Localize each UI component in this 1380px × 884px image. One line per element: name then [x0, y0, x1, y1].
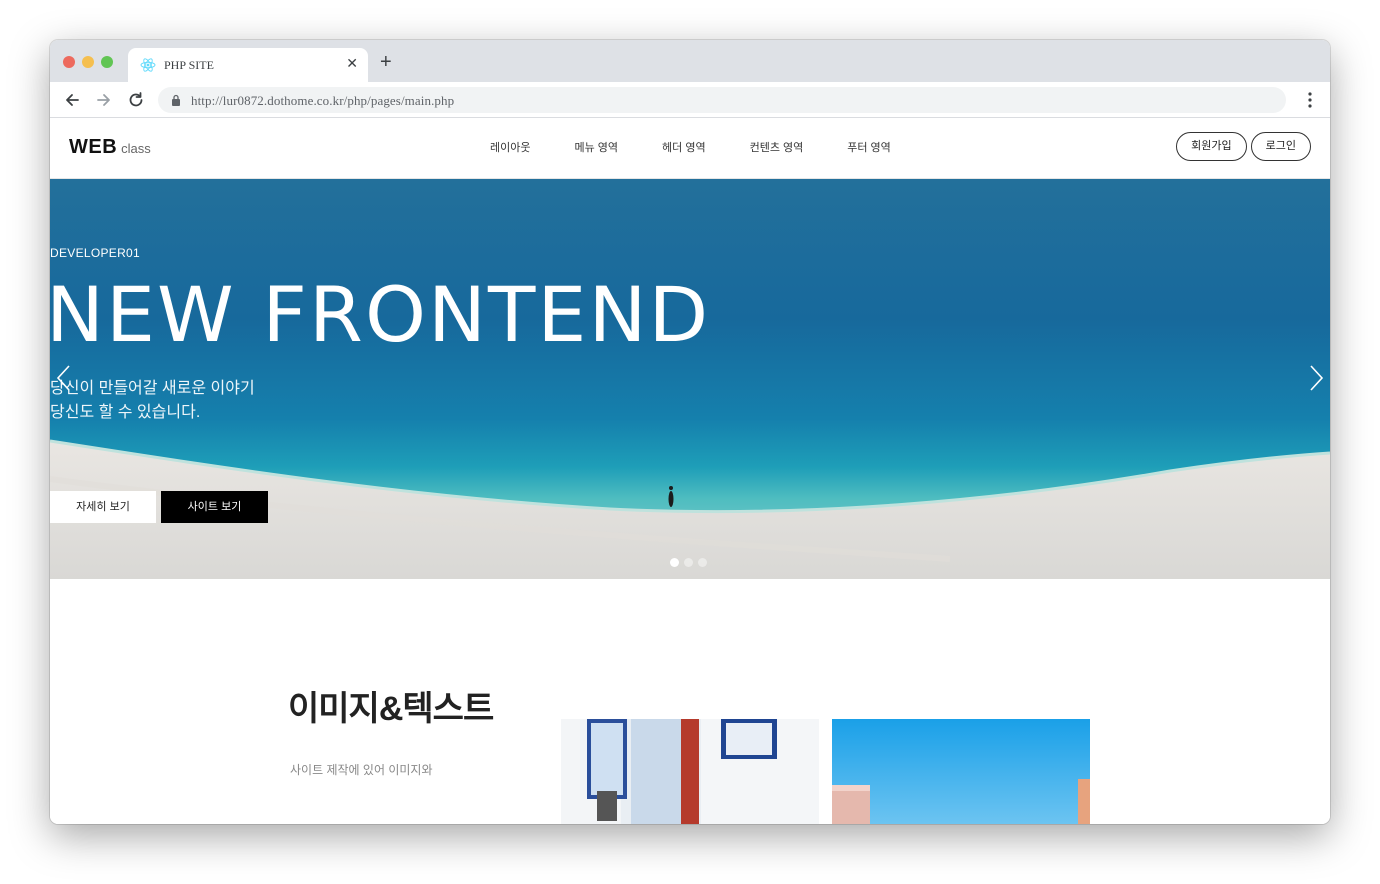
slider-dot-1[interactable]: [670, 558, 679, 567]
maximize-window-button[interactable]: [101, 56, 113, 68]
browser-toolbar: http://lur0872.dothome.co.kr/php/pages/m…: [50, 82, 1330, 118]
close-tab-icon[interactable]: ✕: [346, 55, 358, 72]
hero-desc-line-2: 당신도 할 수 있습니다.: [50, 404, 201, 421]
hero-title: NEW FRONTEND: [50, 270, 711, 359]
site-button[interactable]: 사이트 보기: [161, 491, 268, 523]
join-button[interactable]: 회원가입: [1176, 132, 1247, 161]
section-description: 사이트 제작에 있어 이미지와: [290, 763, 433, 777]
browser-window: PHP SITE ✕ + http://lur0872.dothome.co.k…: [50, 40, 1330, 824]
nav-item-header[interactable]: 헤더 영역: [662, 139, 706, 155]
chevron-left-icon[interactable]: [54, 363, 74, 393]
back-icon[interactable]: [62, 90, 82, 110]
nav-item-menu[interactable]: 메뉴 영역: [574, 139, 618, 155]
sea-view-photo: [832, 719, 1090, 824]
hero-desc-line-1: 당신이 만들어갈 새로운 이야기: [50, 380, 255, 397]
slider-dot-2[interactable]: [684, 558, 693, 567]
web-page: WEB class 레이아웃 메뉴 영역 헤더 영역 컨텐츠 영역 푸터 영역 회…: [50, 119, 1330, 824]
nav-item-contents[interactable]: 컨텐츠 영역: [750, 139, 804, 155]
slider-pagination: [670, 558, 707, 567]
nav-item-footer[interactable]: 푸터 영역: [847, 139, 891, 155]
address-bar[interactable]: http://lur0872.dothome.co.kr/php/pages/m…: [158, 87, 1286, 113]
logo-main-text: WEB: [69, 136, 118, 158]
hero-slider: DEVELOPER01 NEW FRONTEND 당신이 만들어갈 새로운 이야…: [50, 179, 1330, 579]
more-menu-icon[interactable]: [1308, 92, 1312, 108]
close-window-button[interactable]: [63, 56, 75, 68]
tab-strip: PHP SITE ✕ +: [50, 40, 1330, 82]
browser-tab[interactable]: PHP SITE ✕: [128, 48, 368, 82]
forward-icon[interactable]: [94, 90, 114, 110]
street-photo: [561, 719, 819, 824]
logo-sub-text: class: [121, 141, 151, 156]
main-nav: 레이아웃 메뉴 영역 헤더 영역 컨텐츠 영역 푸터 영역: [490, 139, 935, 155]
nav-item-layout[interactable]: 레이아웃: [490, 139, 530, 155]
slider-dot-3[interactable]: [698, 558, 707, 567]
minimize-window-button[interactable]: [82, 56, 94, 68]
lock-icon: [172, 94, 180, 106]
detail-button[interactable]: 자세히 보기: [50, 491, 156, 523]
hero-kicker: DEVELOPER01: [50, 246, 141, 260]
chevron-right-icon[interactable]: [1306, 363, 1326, 393]
react-icon: [140, 58, 156, 72]
site-logo[interactable]: WEB class: [69, 136, 151, 159]
new-tab-icon[interactable]: +: [380, 52, 392, 72]
site-header: WEB class 레이아웃 메뉴 영역 헤더 영역 컨텐츠 영역 푸터 영역 회…: [50, 119, 1330, 179]
tab-title: PHP SITE: [164, 58, 214, 72]
login-button[interactable]: 로그인: [1250, 132, 1311, 161]
section-title: 이미지&텍스트: [288, 690, 494, 728]
header-buttons: 회원가입 로그인: [1176, 132, 1311, 161]
url-text: http://lur0872.dothome.co.kr/php/pages/m…: [191, 93, 455, 108]
reload-icon[interactable]: [126, 90, 146, 110]
hero-description: 당신이 만들어갈 새로운 이야기 당신도 할 수 있습니다.: [50, 377, 255, 425]
